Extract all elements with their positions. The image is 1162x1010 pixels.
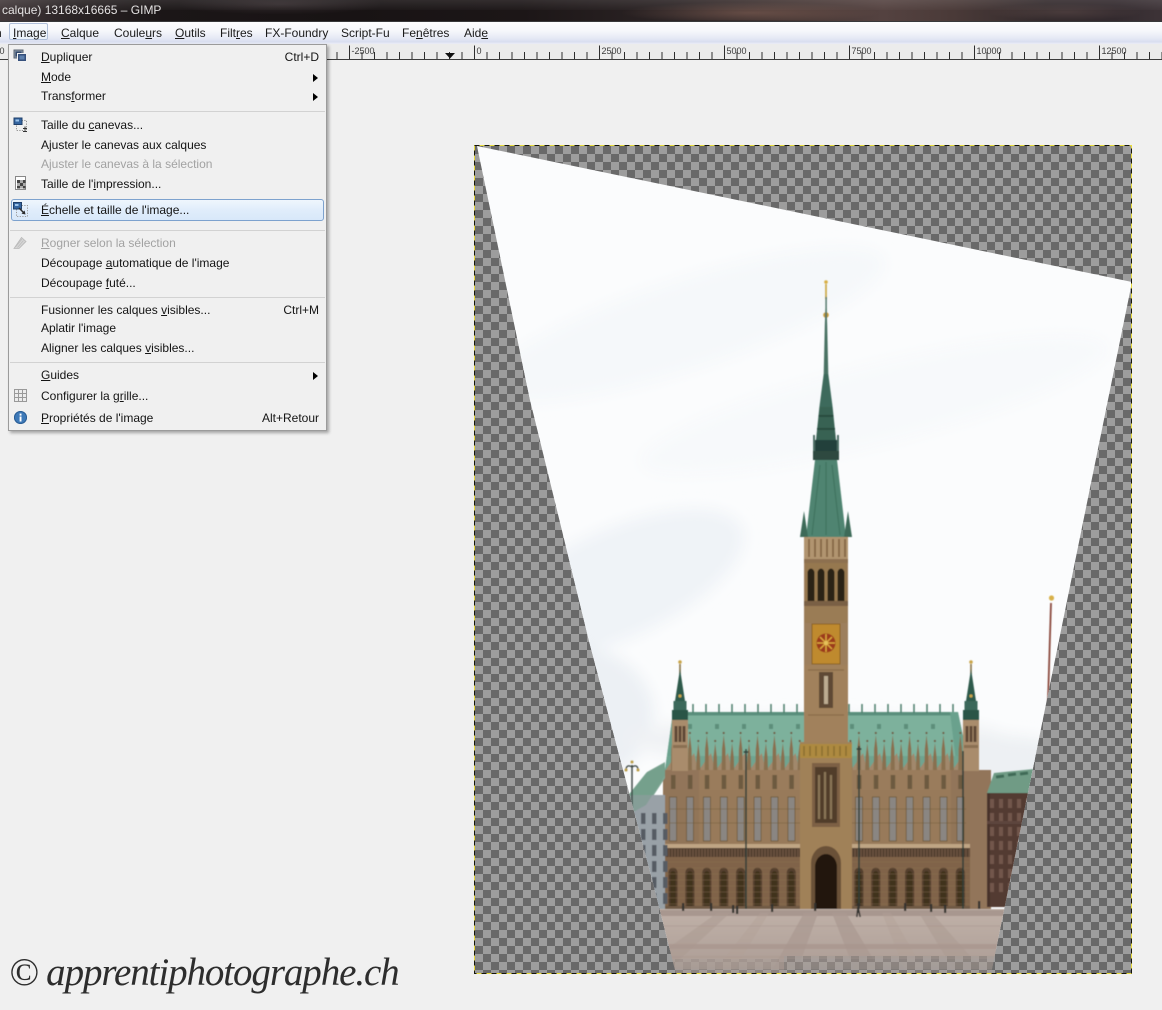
svg-text:7500: 7500 <box>852 46 872 56</box>
svg-text:10000: 10000 <box>977 46 1002 56</box>
svg-text:5000: 5000 <box>727 46 747 56</box>
svg-text:0: 0 <box>477 46 482 56</box>
svg-text:12500: 12500 <box>1102 46 1127 56</box>
svg-text:-10000: -10000 <box>0 46 5 56</box>
svg-text:-2500: -2500 <box>352 46 375 56</box>
svg-text:2500: 2500 <box>602 46 622 56</box>
